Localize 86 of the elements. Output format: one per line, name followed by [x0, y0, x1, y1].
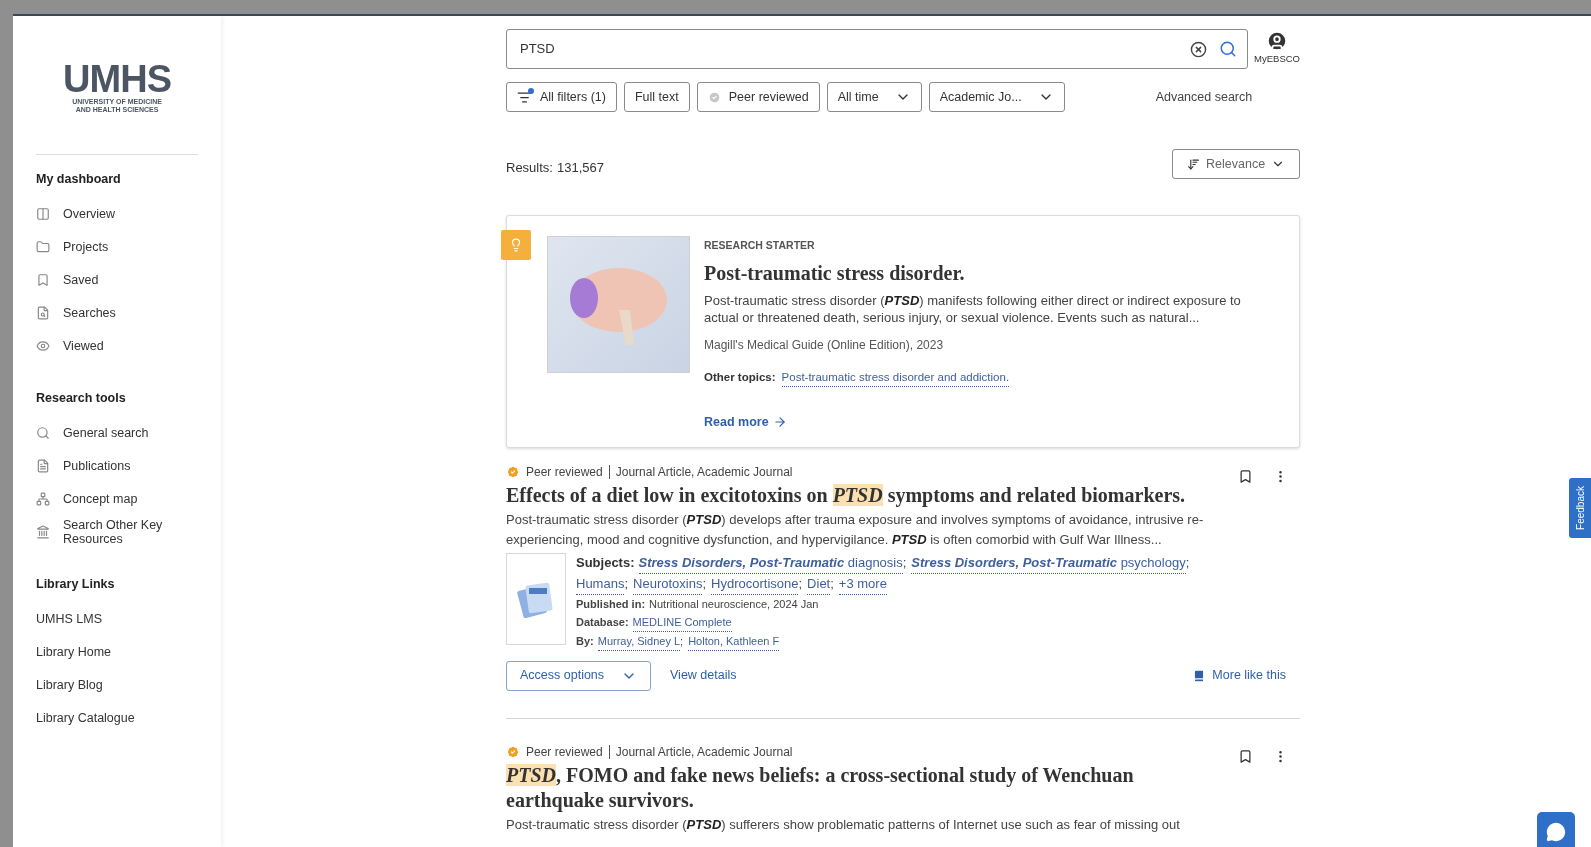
authors-label: By: [576, 633, 594, 649]
sidebar-heading: My dashboard [36, 170, 122, 188]
separator: ; [830, 574, 834, 593]
sidebar-heading: Research tools [36, 389, 127, 407]
sidebar-item[interactable]: Overview [36, 197, 221, 230]
published-value: Nutritional neuroscience, 2024 Jan [649, 596, 819, 612]
bookmark-icon [36, 272, 50, 287]
results-count: 131,567 [556, 159, 604, 178]
check-icon [707, 90, 721, 104]
filter-dropdown[interactable]: Academic Jo... [928, 82, 1065, 112]
filter-dropdown[interactable]: All time [826, 82, 922, 112]
publication-type: Journal Article, Academic Journal [615, 743, 793, 761]
other-topics-label: Other topics: [704, 370, 776, 386]
chat-button[interactable] [1537, 812, 1575, 847]
subject-link[interactable]: +3 more [838, 573, 887, 595]
subject-link[interactable]: Stress Disorders, Post-Traumatic diagnosis [638, 552, 903, 574]
subject-link[interactable]: Stress Disorders, Post-Traumatic psychology [911, 552, 1186, 574]
card-source: Magill's Medical Guide (Online Edition), 2023 [704, 336, 945, 354]
access-options-dropdown[interactable]: Access options [506, 660, 651, 691]
all-filters-button[interactable]: All filters (1) [506, 82, 617, 112]
more-like-this-link[interactable]: More like this [1192, 666, 1286, 686]
topic-link[interactable]: Post-traumatic stress disorder and addiction. [781, 368, 1010, 387]
feedback-tab[interactable]: Feedback [1569, 478, 1591, 538]
database-label: Database: [576, 614, 629, 630]
search-field[interactable]: PTSD [506, 29, 1249, 69]
sort-dropdown[interactable]: Relevance [1172, 149, 1300, 179]
book-icon [1192, 668, 1207, 683]
separator: ; [680, 633, 684, 649]
sidebar-item[interactable]: Saved [36, 263, 221, 296]
sidebar-item[interactable]: Viewed [36, 329, 221, 362]
read-more-link[interactable]: Read more [704, 413, 787, 432]
peer-reviewed-badge-icon [506, 464, 520, 479]
clear-icon[interactable] [1190, 40, 1208, 58]
filter-icon [517, 89, 532, 105]
eye-icon [36, 338, 50, 353]
separator: ; [624, 574, 629, 593]
panel-icon [36, 206, 50, 221]
sidebar-item[interactable]: Publications [36, 449, 221, 482]
folder-icon [36, 239, 50, 254]
sidebar-link[interactable]: UMHS LMS [36, 602, 221, 635]
file-search-icon [36, 305, 50, 320]
sidebar-link[interactable]: Library Catalogue [36, 701, 221, 734]
sidebar-item[interactable]: Concept map [36, 482, 221, 515]
published-label: Published in: [576, 596, 646, 612]
peer-reviewed-badge-icon [506, 744, 520, 759]
advanced-search-link[interactable]: Advanced search [1155, 87, 1253, 107]
sidebar-heading: Library Links [36, 575, 116, 593]
separator: ; [798, 574, 803, 593]
results-label: Results: [506, 159, 553, 178]
sidebar-link[interactable]: Library Blog [36, 668, 221, 701]
card-title[interactable]: Post-traumatic stress disorder. [704, 257, 1269, 288]
network-icon [36, 491, 50, 506]
peer-reviewed-label: Peer reviewed [526, 463, 603, 481]
author-link[interactable]: Holton, Kathleen F [688, 631, 780, 651]
result-title[interactable]: Effects of a diet low in excitotoxins on PTSD symptoms and related biomarkers. [506, 482, 1186, 508]
sidebar-item[interactable]: Searches [36, 296, 221, 329]
chat-icon [1546, 822, 1566, 842]
logo-wordmark: UMHS [62, 60, 172, 98]
card-eyebrow: RESEARCH STARTER [704, 238, 816, 253]
search-input[interactable]: PTSD [520, 39, 1191, 59]
result-abstract: Post-traumatic stress disorder (PTSD) sufferers show problematic patterns of Internet use such as fear of missing out [506, 815, 1181, 834]
filter-button[interactable]: Full text [624, 82, 690, 112]
sidebar-link[interactable]: Library Home [36, 635, 221, 668]
separator: ; [702, 574, 707, 593]
card-abstract: Post-traumatic stress disorder (PTSD) manifests following either direct or indirect exposure to actual or threatened death, serious injury, or sexual violence. Events such as natural... [704, 291, 1242, 326]
publication-type: Journal Article, Academic Journal [615, 463, 793, 481]
peer-reviewed-label: Peer reviewed [526, 743, 603, 761]
bookmark-icon[interactable] [1238, 468, 1253, 484]
filter-toggle[interactable]: Peer reviewed [696, 82, 820, 112]
bookmark-icon[interactable] [1238, 748, 1253, 764]
separator: ; [902, 553, 907, 572]
search-icon[interactable] [1219, 40, 1238, 58]
sidebar-item[interactable]: General search [36, 416, 221, 449]
result-abstract: Post-traumatic stress disorder (PTSD) develops after trauma exposure and involves symptoms of avoidance, intrusive re-experiencing, mood and cognitive dysfunction, and hypervigilance. PTSD is often comorbid with Gulf War Illness... [506, 510, 1205, 549]
sidebar-item[interactable]: Search Other Key Resources [36, 515, 221, 548]
result-title[interactable]: PTSD, FOMO and fake news beliefs: a cross-sectional study of Wenchuan earthquake survivors. [506, 762, 1228, 813]
subjects-label: Subjects: [576, 553, 635, 572]
sidebar-item[interactable]: Projects [36, 230, 221, 263]
bank-icon [36, 524, 50, 539]
database-link[interactable]: MEDLINE Complete [632, 612, 732, 632]
search-icon [36, 425, 50, 440]
view-details-link[interactable]: View details [670, 666, 737, 686]
document-icon [36, 458, 50, 473]
user-icon [1266, 30, 1289, 52]
account-button[interactable]: MyEBSCO [1254, 30, 1300, 67]
separator: ; [1185, 553, 1190, 572]
